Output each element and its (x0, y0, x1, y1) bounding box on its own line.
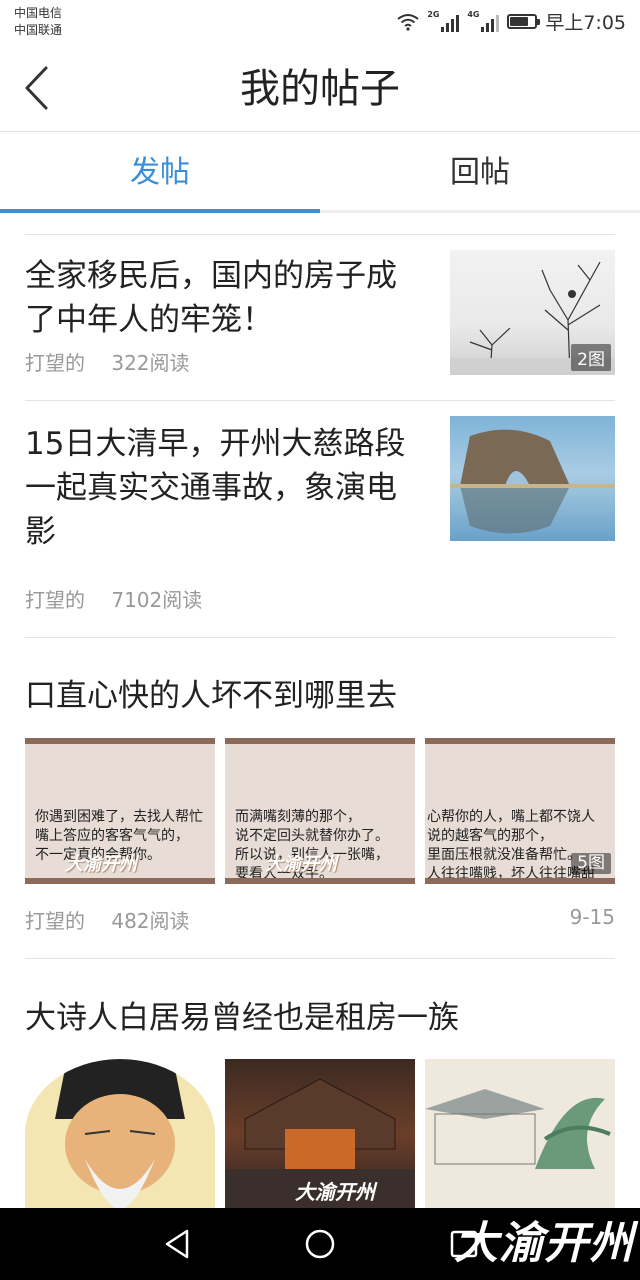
post-thumbnail[interactable]: 2图 (450, 250, 615, 375)
post-list: 全家移民后，国内的房子成 了中年人的牢笼！ 打望的 322阅读 2图 15日大清… (0, 216, 640, 1208)
status-bar: 中国电信 中国联通 2G 4G 早上7:05 (0, 0, 640, 44)
watermark: 大渝开州 (265, 854, 337, 875)
post-thumbnail[interactable] (450, 416, 615, 541)
app-header: 我的帖子 (0, 44, 640, 132)
divider (25, 637, 615, 638)
post-thumbnail[interactable] (25, 1059, 215, 1208)
back-triangle-icon[interactable] (160, 1226, 196, 1262)
home-circle-icon[interactable] (302, 1226, 338, 1262)
navigation-bar: 大渝开州 (0, 1208, 640, 1280)
clock: 早上7:05 (545, 12, 626, 34)
divider (25, 400, 615, 401)
portrait-image (55, 1059, 185, 1208)
post-thumbnail[interactable]: 大渝开州 (225, 1059, 415, 1208)
post-title: 全家移民后，国内的房子成 了中年人的牢笼！ (25, 258, 397, 338)
watermark: 大渝开州 (295, 1180, 375, 1204)
post-reads: 322阅读 (111, 351, 190, 375)
rock-arch-image (450, 429, 615, 534)
status-icons: 2G 4G 早上7:05 (397, 8, 626, 35)
watermark: 大渝开州 (65, 854, 137, 875)
battery-icon (507, 14, 541, 29)
post-meta: 打望的 482阅读 (25, 905, 190, 934)
post-thumbnail[interactable] (425, 1059, 615, 1208)
post-meta: 打望的 7102阅读 (25, 584, 202, 613)
post-thumbnail[interactable]: 而满嘴刻薄的那个， 说不定回头就替你办了。 所以说，别信人一张嘴， 要看人一双手… (225, 738, 415, 884)
wifi-icon (397, 13, 419, 31)
divider (25, 958, 615, 959)
tab-replies[interactable]: 回帖 (320, 133, 640, 210)
post-thumbnail[interactable]: 你遇到困难了，去找人帮忙 嘴上答应的客客气气的， 不一定真的会帮你。 大渝开州 (25, 738, 215, 884)
post-thumbnail[interactable]: 心帮你的人，嘴上都不饶人 说的越客气的那个， 里面压根就没准备帮忙。 人往往嘴贱… (425, 738, 615, 884)
post-author: 打望的 (25, 588, 85, 612)
post-reads: 7102阅读 (111, 588, 203, 612)
post-author: 打望的 (25, 351, 85, 375)
post-title: 大诗人白居易曾经也是租房一族 (25, 1000, 459, 1036)
post-title: 口直心快的人坏不到哪里去 (25, 678, 397, 714)
signal-2g-icon: 2G (427, 10, 460, 32)
post-date: 9-15 (569, 905, 615, 929)
post-reads: 482阅读 (111, 909, 190, 933)
page-title: 我的帖子 (240, 66, 400, 112)
tab-posts[interactable]: 发帖 (0, 133, 320, 213)
post-author: 打望的 (25, 909, 85, 933)
post-meta: 打望的 322阅读 (25, 347, 190, 376)
signal-4g-icon: 4G (467, 10, 500, 32)
image-count-badge: 5图 (571, 853, 611, 874)
painting-image (425, 1089, 611, 1169)
image-count-badge: 2图 (571, 344, 611, 371)
divider (25, 234, 615, 235)
carrier-info: 中国电信 中国联通 (14, 5, 62, 39)
carrier-1: 中国电信 (14, 6, 63, 20)
tab-bar: 发帖 回帖 (0, 133, 640, 213)
carrier-2: 中国联通 (14, 23, 63, 37)
post-title: 15日大清早，开州大慈路段 一起真实交通事故，象演电 影 (25, 426, 406, 550)
app-logo: 大渝开州 (454, 1218, 634, 1269)
